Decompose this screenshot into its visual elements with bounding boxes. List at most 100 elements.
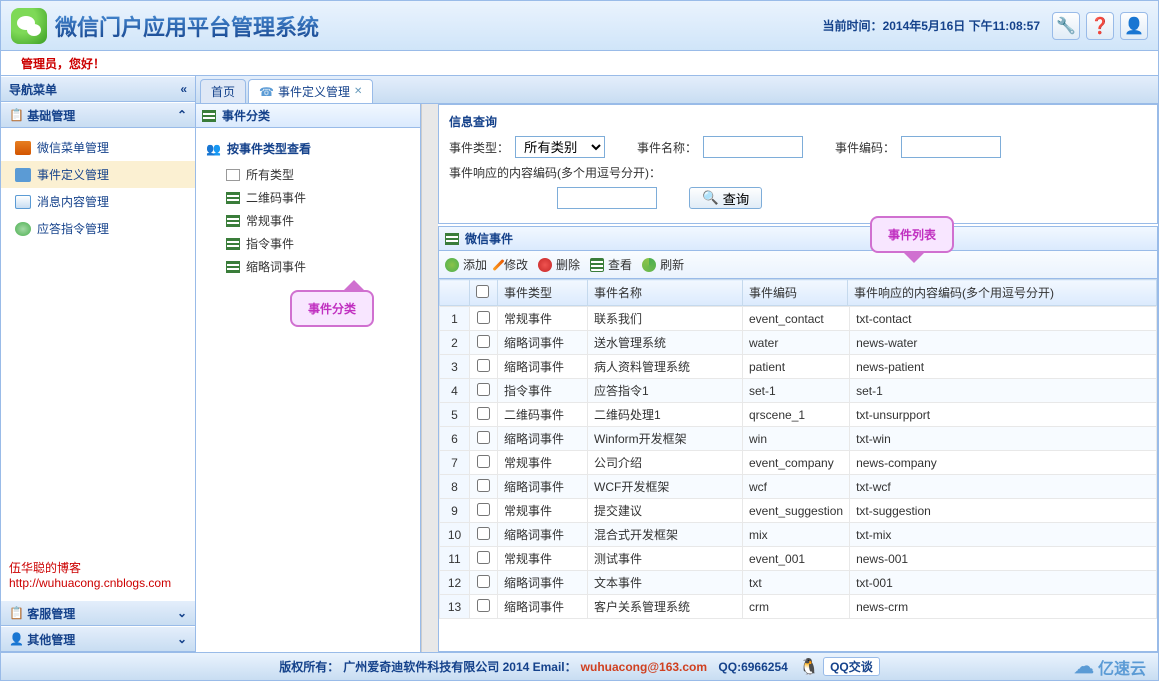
cell-name: 送水管理系统 [588,331,743,355]
tree-item-all[interactable]: 所有类型 [206,163,410,186]
refresh-icon [642,258,656,272]
table-row[interactable]: 7 常规事件 公司介绍 event_company news-company [440,451,1157,475]
col-name[interactable]: 事件名称 [588,280,743,306]
query-title: 信息查询 [449,113,1147,130]
cell-code: mix [743,523,850,547]
tree-group-header[interactable]: 👥 按事件类型查看 [206,134,410,163]
event-icon [15,168,31,182]
greeting-bar: 管理员，您好！ [1,51,1158,76]
table-row[interactable]: 12 缩略词事件 文本事件 txt txt-001 [440,571,1157,595]
cell-resp: txt-win [850,427,1157,451]
nav-item-wechat-menu[interactable]: 微信菜单管理 [1,134,195,161]
cmd-icon [15,222,31,236]
collapse-icon[interactable]: « [180,82,187,96]
refresh-button[interactable]: 刷新 [642,256,684,273]
cell-type: 缩略词事件 [498,523,588,547]
row-checkbox[interactable] [477,383,490,396]
query-type-label: 事件类型： [449,139,509,156]
row-checkbox[interactable] [477,575,490,588]
col-code[interactable]: 事件编码 [743,280,848,306]
cell-code: set-1 [743,379,850,403]
row-checkbox[interactable] [477,359,490,372]
table-row[interactable]: 2 缩略词事件 送水管理系统 water news-water [440,331,1157,355]
tree-panel: 事件分类 👥 按事件类型查看 所有类型 二维码事件 常规事件 指令事件 缩略词事… [196,104,421,652]
table-row[interactable]: 9 常规事件 提交建议 event_suggestion txt-suggest… [440,499,1157,523]
menu-icon [15,141,31,155]
panel-other[interactable]: 👤 其他管理 ⌄ [1,626,195,652]
delete-button[interactable]: 删除 [538,256,580,273]
grid-icon [226,261,240,273]
tree-item-abbr[interactable]: 缩略词事件 [206,255,410,278]
footer-email[interactable]: wuhuacong@163.com [581,660,707,674]
row-checkbox[interactable] [477,599,490,612]
query-type-select[interactable]: 所有类别 [515,136,605,158]
qq-chat-button[interactable]: QQ交谈 [823,657,880,676]
help-icon[interactable]: ❓ [1086,12,1114,40]
nav-item-event-define[interactable]: 事件定义管理 [1,161,195,188]
select-all-checkbox[interactable] [476,285,489,298]
row-checkbox[interactable] [477,527,490,540]
panel-service[interactable]: 📋 客服管理 ⌄ [1,600,195,626]
tree-item-normal[interactable]: 常规事件 [206,209,410,232]
cell-type: 缩略词事件 [498,355,588,379]
table-row[interactable]: 13 缩略词事件 客户关系管理系统 crm news-crm [440,595,1157,619]
scrollbar[interactable] [421,104,438,652]
row-num: 8 [440,475,470,499]
row-checkbox[interactable] [477,335,490,348]
col-type[interactable]: 事件类型 [498,280,588,306]
row-num: 5 [440,403,470,427]
tree-item-cmd[interactable]: 指令事件 [206,232,410,255]
cell-resp: txt-suggestion [850,499,1157,523]
tab-event-define[interactable]: ☎ 事件定义管理 ✕ [248,79,373,103]
table-row[interactable]: 11 常规事件 测试事件 event_001 news-001 [440,547,1157,571]
blog-link: 伍华聪的博客 http://wuhuacong.cnblogs.com [9,559,195,590]
cell-code: event_001 [743,547,850,571]
query-name-input[interactable] [703,136,803,158]
row-num: 13 [440,595,470,619]
row-checkbox[interactable] [477,431,490,444]
left-nav: 导航菜单 « 📋 基础管理 ⌃ 微信菜单管理 事件定义管理 消息内容管理 应答指… [1,76,196,652]
panel-basic[interactable]: 📋 基础管理 ⌃ [1,102,195,128]
query-button[interactable]: 🔍查询 [689,187,762,209]
settings-icon[interactable]: 🔧 [1052,12,1080,40]
row-checkbox[interactable] [477,551,490,564]
cell-type: 缩略词事件 [498,331,588,355]
nav-item-cmd[interactable]: 应答指令管理 [1,215,195,242]
query-code-input[interactable] [901,136,1001,158]
nav-header[interactable]: 导航菜单 « [1,76,195,102]
edit-button[interactable]: 修改 [497,256,528,273]
close-icon[interactable]: ✕ [354,86,362,97]
cell-type: 指令事件 [498,379,588,403]
cell-name: 客户关系管理系统 [588,595,743,619]
doc-icon [226,169,240,181]
app-title: 微信门户应用平台管理系统 [55,10,319,42]
row-checkbox[interactable] [477,407,490,420]
user-icon[interactable]: 👤 [1120,12,1148,40]
row-checkbox[interactable] [477,455,490,468]
callout-tree: 事件分类 [290,290,374,327]
table-row[interactable]: 4 指令事件 应答指令1 set-1 set-1 [440,379,1157,403]
cell-resp: txt-contact [850,307,1157,331]
cell-resp: news-patient [850,355,1157,379]
tree-item-qr[interactable]: 二维码事件 [206,186,410,209]
table-row[interactable]: 5 二维码事件 二维码处理1 qrscene_1 txt-unsurpport [440,403,1157,427]
table-row[interactable]: 8 缩略词事件 WCF开发框架 wcf txt-wcf [440,475,1157,499]
table-row[interactable]: 6 缩略词事件 Winform开发框架 win txt-win [440,427,1157,451]
nav-item-msg-content[interactable]: 消息内容管理 [1,188,195,215]
row-num: 6 [440,427,470,451]
row-checkbox[interactable] [477,479,490,492]
view-button[interactable]: 查看 [590,256,632,273]
tab-home[interactable]: 首页 [200,79,246,103]
grid-panel: 微信事件 添加 修改 删除 查看 刷新 [438,226,1158,652]
cell-code: water [743,331,850,355]
table-row[interactable]: 10 缩略词事件 混合式开发框架 mix txt-mix [440,523,1157,547]
current-time: 当前时间：2014年5月16日 下午11:08:57 [823,17,1040,34]
add-button[interactable]: 添加 [445,256,487,273]
row-checkbox[interactable] [477,503,490,516]
table-row[interactable]: 3 缩略词事件 病人资料管理系统 patient news-patient [440,355,1157,379]
row-checkbox[interactable] [477,311,490,324]
query-resp-input[interactable] [557,187,657,209]
cell-name: 公司介绍 [588,451,743,475]
col-resp[interactable]: 事件响应的内容编码(多个用逗号分开) [848,280,1157,306]
table-row[interactable]: 1 常规事件 联系我们 event_contact txt-contact [440,307,1157,331]
